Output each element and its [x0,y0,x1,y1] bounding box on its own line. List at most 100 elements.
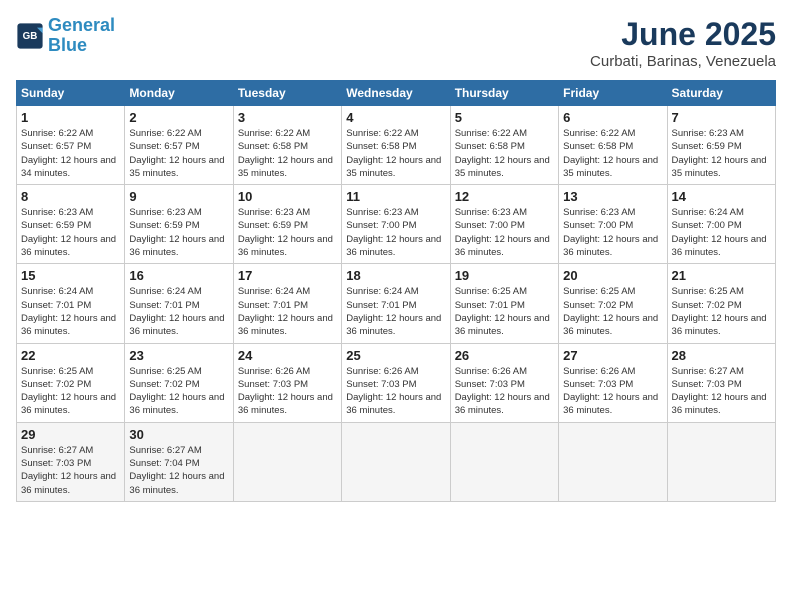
calendar-cell: 19 Sunrise: 6:25 AM Sunset: 7:01 PM Dayl… [450,264,558,343]
day-number: 10 [238,189,337,204]
day-number: 4 [346,110,445,125]
day-info: Sunrise: 6:24 AM Sunset: 7:00 PM Dayligh… [672,206,771,259]
calendar-cell: 29 Sunrise: 6:27 AM Sunset: 7:03 PM Dayl… [17,422,125,501]
day-info: Sunrise: 6:24 AM Sunset: 7:01 PM Dayligh… [129,285,228,338]
weekday-header-row: SundayMondayTuesdayWednesdayThursdayFrid… [17,81,776,106]
calendar-cell: 7 Sunrise: 6:23 AM Sunset: 6:59 PM Dayli… [667,106,775,185]
day-number: 25 [346,348,445,363]
calendar-cell: 1 Sunrise: 6:22 AM Sunset: 6:57 PM Dayli… [17,106,125,185]
calendar-cell: 16 Sunrise: 6:24 AM Sunset: 7:01 PM Dayl… [125,264,233,343]
day-info: Sunrise: 6:25 AM Sunset: 7:02 PM Dayligh… [129,365,228,418]
day-number: 28 [672,348,771,363]
calendar-cell [342,422,450,501]
calendar-cell [450,422,558,501]
calendar-week-row: 29 Sunrise: 6:27 AM Sunset: 7:03 PM Dayl… [17,422,776,501]
day-number: 9 [129,189,228,204]
day-info: Sunrise: 6:22 AM Sunset: 6:58 PM Dayligh… [238,127,337,180]
day-info: Sunrise: 6:22 AM Sunset: 6:57 PM Dayligh… [21,127,120,180]
logo: GB General Blue [16,16,115,56]
day-number: 21 [672,268,771,283]
svg-text:GB: GB [23,31,38,42]
day-info: Sunrise: 6:27 AM Sunset: 7:03 PM Dayligh… [672,365,771,418]
weekday-header: Saturday [667,81,775,106]
day-info: Sunrise: 6:23 AM Sunset: 6:59 PM Dayligh… [21,206,120,259]
day-number: 14 [672,189,771,204]
calendar-cell: 28 Sunrise: 6:27 AM Sunset: 7:03 PM Dayl… [667,343,775,422]
calendar-week-row: 1 Sunrise: 6:22 AM Sunset: 6:57 PM Dayli… [17,106,776,185]
day-info: Sunrise: 6:25 AM Sunset: 7:02 PM Dayligh… [563,285,662,338]
day-info: Sunrise: 6:27 AM Sunset: 7:04 PM Dayligh… [129,444,228,497]
calendar-cell: 5 Sunrise: 6:22 AM Sunset: 6:58 PM Dayli… [450,106,558,185]
calendar-cell: 25 Sunrise: 6:26 AM Sunset: 7:03 PM Dayl… [342,343,450,422]
day-number: 12 [455,189,554,204]
day-info: Sunrise: 6:23 AM Sunset: 6:59 PM Dayligh… [238,206,337,259]
calendar-cell: 6 Sunrise: 6:22 AM Sunset: 6:58 PM Dayli… [559,106,667,185]
day-info: Sunrise: 6:22 AM Sunset: 6:57 PM Dayligh… [129,127,228,180]
day-info: Sunrise: 6:23 AM Sunset: 7:00 PM Dayligh… [563,206,662,259]
day-number: 1 [21,110,120,125]
day-number: 30 [129,427,228,442]
day-number: 5 [455,110,554,125]
calendar-cell: 2 Sunrise: 6:22 AM Sunset: 6:57 PM Dayli… [125,106,233,185]
day-info: Sunrise: 6:23 AM Sunset: 7:00 PM Dayligh… [346,206,445,259]
day-number: 16 [129,268,228,283]
day-number: 18 [346,268,445,283]
day-number: 13 [563,189,662,204]
day-info: Sunrise: 6:24 AM Sunset: 7:01 PM Dayligh… [346,285,445,338]
day-info: Sunrise: 6:27 AM Sunset: 7:03 PM Dayligh… [21,444,120,497]
day-info: Sunrise: 6:24 AM Sunset: 7:01 PM Dayligh… [238,285,337,338]
day-number: 15 [21,268,120,283]
calendar-cell: 24 Sunrise: 6:26 AM Sunset: 7:03 PM Dayl… [233,343,341,422]
calendar-cell: 8 Sunrise: 6:23 AM Sunset: 6:59 PM Dayli… [17,185,125,264]
day-number: 2 [129,110,228,125]
day-info: Sunrise: 6:23 AM Sunset: 7:00 PM Dayligh… [455,206,554,259]
calendar-cell [559,422,667,501]
weekday-header: Thursday [450,81,558,106]
calendar-cell: 20 Sunrise: 6:25 AM Sunset: 7:02 PM Dayl… [559,264,667,343]
day-info: Sunrise: 6:26 AM Sunset: 7:03 PM Dayligh… [455,365,554,418]
calendar-title: June 2025 [590,16,776,53]
day-info: Sunrise: 6:25 AM Sunset: 7:02 PM Dayligh… [21,365,120,418]
logo-icon: GB [16,22,44,50]
calendar-cell: 15 Sunrise: 6:24 AM Sunset: 7:01 PM Dayl… [17,264,125,343]
weekday-header: Friday [559,81,667,106]
day-number: 22 [21,348,120,363]
calendar-week-row: 15 Sunrise: 6:24 AM Sunset: 7:01 PM Dayl… [17,264,776,343]
title-area: June 2025 Curbati, Barinas, Venezuela [590,16,776,70]
calendar-cell: 26 Sunrise: 6:26 AM Sunset: 7:03 PM Dayl… [450,343,558,422]
day-number: 11 [346,189,445,204]
calendar-cell: 4 Sunrise: 6:22 AM Sunset: 6:58 PM Dayli… [342,106,450,185]
calendar-cell: 27 Sunrise: 6:26 AM Sunset: 7:03 PM Dayl… [559,343,667,422]
day-info: Sunrise: 6:26 AM Sunset: 7:03 PM Dayligh… [238,365,337,418]
day-number: 20 [563,268,662,283]
weekday-header: Sunday [17,81,125,106]
calendar-cell [667,422,775,501]
day-info: Sunrise: 6:24 AM Sunset: 7:01 PM Dayligh… [21,285,120,338]
day-info: Sunrise: 6:23 AM Sunset: 6:59 PM Dayligh… [672,127,771,180]
day-info: Sunrise: 6:22 AM Sunset: 6:58 PM Dayligh… [455,127,554,180]
calendar-cell: 10 Sunrise: 6:23 AM Sunset: 6:59 PM Dayl… [233,185,341,264]
calendar-cell: 17 Sunrise: 6:24 AM Sunset: 7:01 PM Dayl… [233,264,341,343]
day-info: Sunrise: 6:25 AM Sunset: 7:02 PM Dayligh… [672,285,771,338]
calendar-week-row: 22 Sunrise: 6:25 AM Sunset: 7:02 PM Dayl… [17,343,776,422]
day-number: 6 [563,110,662,125]
calendar-cell: 9 Sunrise: 6:23 AM Sunset: 6:59 PM Dayli… [125,185,233,264]
weekday-header: Tuesday [233,81,341,106]
calendar-cell: 18 Sunrise: 6:24 AM Sunset: 7:01 PM Dayl… [342,264,450,343]
day-number: 29 [21,427,120,442]
calendar-cell: 12 Sunrise: 6:23 AM Sunset: 7:00 PM Dayl… [450,185,558,264]
day-number: 26 [455,348,554,363]
calendar-week-row: 8 Sunrise: 6:23 AM Sunset: 6:59 PM Dayli… [17,185,776,264]
calendar-table: SundayMondayTuesdayWednesdayThursdayFrid… [16,80,776,502]
calendar-cell: 30 Sunrise: 6:27 AM Sunset: 7:04 PM Dayl… [125,422,233,501]
weekday-header: Wednesday [342,81,450,106]
logo-text: General Blue [48,16,115,56]
day-info: Sunrise: 6:22 AM Sunset: 6:58 PM Dayligh… [563,127,662,180]
day-info: Sunrise: 6:26 AM Sunset: 7:03 PM Dayligh… [346,365,445,418]
day-info: Sunrise: 6:23 AM Sunset: 6:59 PM Dayligh… [129,206,228,259]
calendar-cell [233,422,341,501]
calendar-cell: 13 Sunrise: 6:23 AM Sunset: 7:00 PM Dayl… [559,185,667,264]
day-info: Sunrise: 6:22 AM Sunset: 6:58 PM Dayligh… [346,127,445,180]
calendar-cell: 3 Sunrise: 6:22 AM Sunset: 6:58 PM Dayli… [233,106,341,185]
calendar-cell: 22 Sunrise: 6:25 AM Sunset: 7:02 PM Dayl… [17,343,125,422]
